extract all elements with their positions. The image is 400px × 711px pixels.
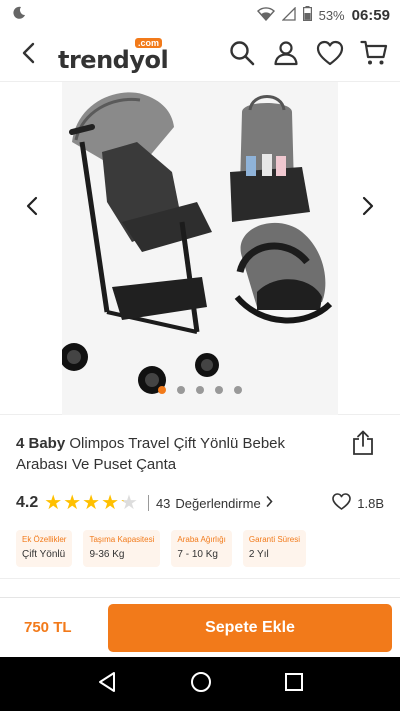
reviews-link[interactable]: Değerlendirme [175,496,260,511]
product-title: 4 Baby Olimpos Travel Çift Yönlü Bebek A… [16,433,336,475]
prev-image-button[interactable] [20,194,44,222]
cart-button[interactable] [360,40,388,71]
product-price: 750 TL [24,619,72,636]
cart-icon [360,40,388,71]
user-icon [273,40,299,71]
feature-label: Araba Ağırlığı [177,535,226,544]
rating-stars: ★ ★ ★ ★ ★ [44,493,138,513]
heart-icon [332,493,352,513]
gallery-pagination [0,386,400,394]
rating-row: 4.2 ★ ★ ★ ★ ★ 43 Değerlendirme 1.8B [16,492,384,514]
share-icon [352,430,374,461]
back-button[interactable] [12,40,44,72]
back-nav-button[interactable] [96,671,118,698]
star-icon: ★ [82,492,101,514]
battery-icon [302,6,312,24]
pagination-dot[interactable] [158,386,166,394]
feature-value: 7 - 10 Kg [177,549,218,560]
logo-text: trendyol [58,45,169,74]
account-button[interactable] [272,40,300,71]
back-icon [21,42,35,69]
search-icon [229,40,255,71]
moon-icon [12,6,26,25]
purchase-bar: 750 TL Sepete Ekle [0,597,400,657]
star-icon: ★ [63,492,82,514]
feature-card: Araba Ağırlığı 7 - 10 Kg [171,530,232,567]
feature-card: Ek Özellikler Çift Yönlü [16,530,73,567]
system-nav-bar [0,657,400,711]
rating-count[interactable]: 43 [156,496,170,511]
trendyol-logo[interactable]: trendyol .com [58,37,169,74]
feature-label: Ek Özellikler [22,535,67,544]
section-divider [0,578,400,598]
product-info: 4 Baby Olimpos Travel Çift Yönlü Bebek A… [0,415,400,567]
star-icon: ★ [120,492,138,514]
signal-icon [281,5,296,24]
add-to-cart-button[interactable]: Sepete Ekle [108,603,392,652]
feature-list: Ek Özellikler Çift Yönlü Taşıma Kapasite… [16,530,384,567]
pagination-dot[interactable] [215,386,223,394]
search-button[interactable] [228,40,256,71]
feature-value: Çift Yönlü [22,549,66,560]
favorite-count-button[interactable]: 1.8B [332,493,384,513]
heart-icon [316,40,344,71]
divider [147,495,149,511]
feature-card: Garanti Süresi 2 Yıl [242,530,306,567]
next-image-button[interactable] [356,194,380,222]
favorite-count: 1.8B [357,495,384,511]
product-gallery[interactable] [0,82,400,415]
home-nav-button[interactable] [190,671,212,698]
recents-nav-button[interactable] [284,672,304,697]
chevron-right-icon [362,196,374,221]
logo-badge: .com [134,37,162,48]
feature-label: Taşıma Kapasitesi [89,535,155,544]
app-header: trendyol .com [0,30,400,82]
battery-percent: 53% [318,7,345,23]
rating-score: 4.2 [16,494,39,511]
share-button[interactable] [350,430,376,461]
star-icon: ★ [44,492,63,514]
status-bar: 53% 06:59 [0,0,400,30]
pagination-dot[interactable] [234,386,242,394]
feature-label: Garanti Süresi [248,535,300,544]
favorites-button[interactable] [316,40,344,71]
clock: 06:59 [351,6,390,24]
wifi-icon [256,6,275,24]
chevron-right-icon[interactable] [266,494,273,512]
feature-value: 2 Yıl [248,549,269,560]
pagination-dot[interactable] [196,386,204,394]
product-brand[interactable]: 4 Baby [16,435,65,452]
star-icon: ★ [101,492,119,514]
feature-card: Taşıma Kapasitesi 9-36 Kg [83,530,161,567]
pagination-dot[interactable] [177,386,185,394]
chevron-left-icon [26,196,38,221]
product-image[interactable] [60,82,338,415]
feature-value: 9-36 Kg [89,549,125,560]
